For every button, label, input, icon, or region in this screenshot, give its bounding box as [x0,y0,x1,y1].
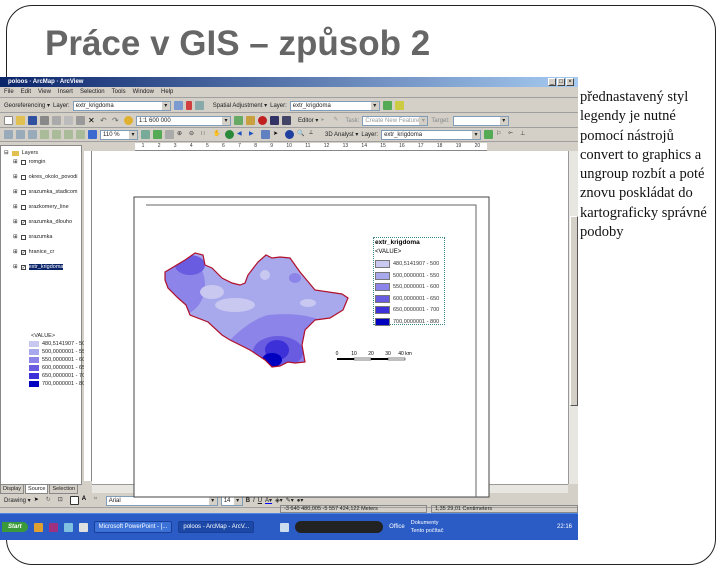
legend-swatch [375,294,390,303]
legend-label: 650,0000001 - 700 [393,307,440,313]
scale-segment [371,358,388,360]
scale-label: 10 [351,351,357,357]
legend-swatch [375,306,390,314]
class-area [300,299,316,307]
legend-row: 600,0000001 - 650 [375,294,440,303]
layout-page-graphics: 0 10 20 30 40 km [133,196,490,498]
legend-row: 700,0000001 - 800 [375,317,440,326]
legend-row: 500,0000001 - 550 [375,271,440,280]
legend-title: extr_krigdoma [375,239,420,246]
legend-row: 550,0000001 - 600 [375,283,439,291]
legend-label: 600,0000001 - 650 [393,295,440,302]
legend-label: 550,0000001 - 600 [393,284,440,290]
legend-swatch [375,271,390,280]
scale-segment [337,358,354,360]
legend-field: <VALUE> [375,249,402,255]
class-area [215,298,255,312]
legend-row: 650,0000001 - 700 [375,306,439,314]
legend-swatch [375,283,390,291]
legend-label: 480,5141907 - 500 [393,261,440,267]
scale-label: 20 [368,351,374,357]
scale-label: 0 [336,351,339,357]
legend-swatch [375,317,390,326]
class-area [200,285,224,299]
class-area [260,270,270,280]
legend-swatch [375,260,390,268]
scale-segment [353,357,372,361]
scale-label: 40 km [398,351,412,357]
class-area [289,273,301,283]
map-legend[interactable]: extr_krigdoma <VALUE> 480,5141907 - 500 5… [373,237,445,326]
legend-label: 500,0000001 - 550 [393,272,440,279]
scale-bar [337,357,406,361]
scale-label: 30 [385,351,391,357]
legend-row: 480,5141907 - 500 [375,260,439,268]
legend-label: 700,0000001 - 800 [393,318,440,325]
scale-segment [387,357,406,361]
